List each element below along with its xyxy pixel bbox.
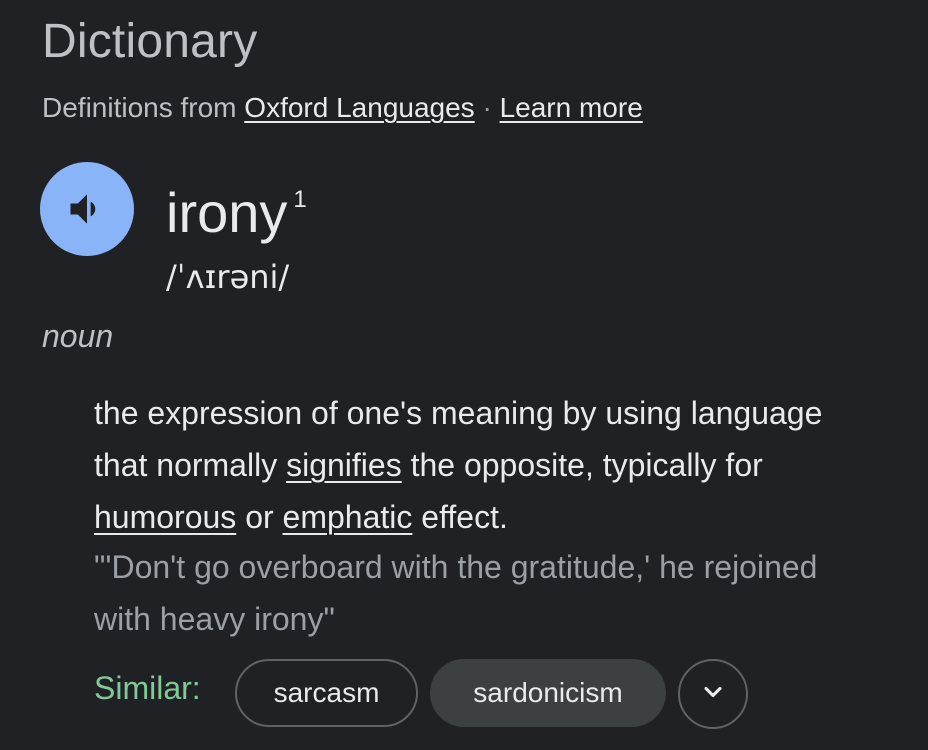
pronunciation-text: /ˈʌɪrəni/ — [166, 258, 290, 296]
learn-more-link[interactable]: Learn more — [500, 92, 643, 123]
humorous-link[interactable]: humorous — [94, 499, 236, 535]
headword: irony 1 — [166, 180, 307, 245]
headword-text: irony — [166, 181, 288, 244]
emphatic-link[interactable]: emphatic — [283, 499, 413, 535]
signifies-link[interactable]: signifies — [286, 447, 402, 483]
pronunciation-play-button[interactable] — [40, 162, 134, 256]
expand-similar-button[interactable] — [678, 659, 748, 729]
homograph-number: 1 — [293, 186, 307, 213]
similar-chip-sardonicism[interactable]: sardonicism — [430, 659, 666, 727]
source-prefix: Definitions from — [42, 92, 237, 123]
chevron-down-icon — [699, 678, 727, 711]
definition-text: the expression of one's meaning by using… — [94, 387, 874, 543]
similar-label: Similar: — [94, 670, 201, 706]
definition-part-2: the opposite, typically for — [410, 447, 763, 483]
dictionary-title: Dictionary — [42, 15, 258, 68]
oxford-languages-link[interactable]: Oxford Languages — [244, 92, 474, 123]
volume-icon — [65, 187, 109, 231]
dictionary-card: Dictionary Definitions from Oxford Langu… — [0, 0, 928, 750]
definition-part-4: effect. — [421, 499, 508, 535]
definition-part-3: or — [245, 499, 274, 535]
part-of-speech: noun — [42, 318, 114, 354]
similar-chip-sarcasm[interactable]: sarcasm — [235, 659, 418, 727]
definitions-source: Definitions from Oxford Languages · Lear… — [42, 92, 643, 124]
example-sentence: "'Don't go overboard with the gratitude,… — [94, 549, 818, 637]
source-separator: · — [482, 92, 492, 123]
